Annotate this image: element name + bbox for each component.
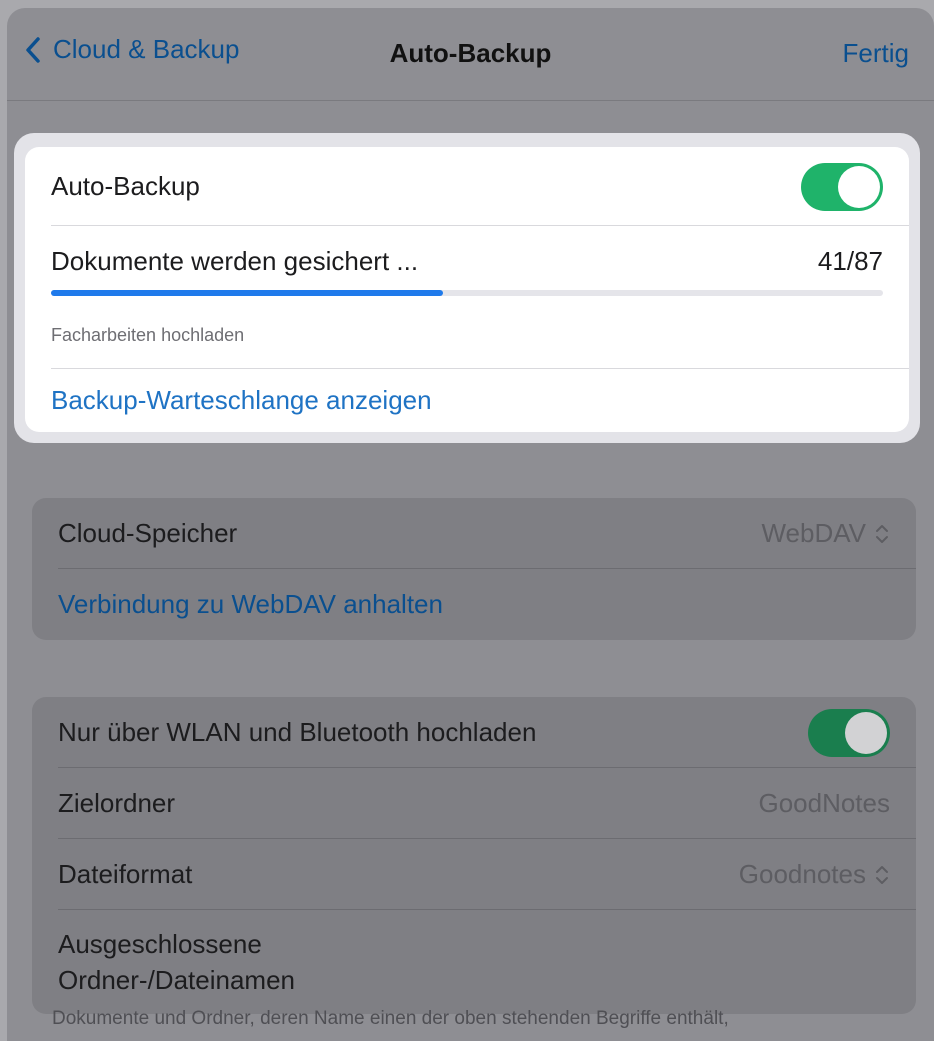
backup-queue-row[interactable]: Backup-Warteschlange anzeigen: [25, 369, 909, 432]
cloud-storage-value-text: WebDAV: [761, 518, 866, 548]
excluded-names-label-line1: Ausgeschlossene: [58, 929, 262, 959]
file-format-label: Dateiformat: [58, 859, 193, 889]
cloud-storage-row[interactable]: Cloud-Speicher WebDAV: [32, 498, 916, 569]
target-folder-value: GoodNotes: [758, 788, 890, 818]
wifi-only-toggle[interactable]: [808, 708, 890, 757]
backup-progress-bar: [51, 290, 883, 296]
file-format-value[interactable]: Goodnotes: [739, 859, 890, 890]
chevron-up-down-icon: [876, 524, 888, 543]
auto-backup-row: Auto-Backup: [25, 147, 909, 226]
disconnect-webdav-link[interactable]: Verbindung zu WebDAV anhalten: [58, 589, 443, 620]
wifi-only-label: Nur über WLAN und Bluetooth hochladen: [58, 717, 537, 747]
cloud-storage-value[interactable]: WebDAV: [761, 518, 890, 549]
wifi-only-row: Nur über WLAN und Bluetooth hochladen: [32, 697, 916, 768]
auto-backup-card: Auto-Backup Dokumente werden gesichert .…: [25, 147, 909, 432]
file-format-value-text: Goodnotes: [738, 859, 866, 889]
backup-status-text: Dokumente werden gesichert ...: [51, 246, 419, 276]
target-folder-row[interactable]: Zielordner GoodNotes: [32, 768, 916, 839]
excluded-names-row[interactable]: Ausgeschlossene Ordner-/Dateinamen: [32, 910, 916, 1014]
auto-backup-label: Auto-Backup: [51, 171, 200, 201]
excluded-names-label-line2: Ordner-/Dateinamen: [58, 965, 295, 995]
backup-progress-count: 41/87: [817, 246, 883, 276]
toggle-knob: [845, 711, 887, 754]
upload-options-card: Nur über WLAN und Bluetooth hochladen Zi…: [32, 697, 916, 1014]
cloud-storage-card: Cloud-Speicher WebDAV Verbindung zu WebD…: [32, 498, 916, 640]
navigation-bar: Cloud & Backup Auto-Backup Fertig: [7, 8, 934, 101]
backup-queue-link[interactable]: Backup-Warteschlange anzeigen: [51, 385, 432, 416]
backup-subcaption: Facharbeiten hochladen: [51, 325, 245, 345]
toggle-knob: [838, 165, 880, 208]
backup-progress-row: Dokumente werden gesichert ... 41/87: [25, 226, 909, 296]
disconnect-webdav-row[interactable]: Verbindung zu WebDAV anhalten: [32, 569, 916, 640]
cloud-storage-label: Cloud-Speicher: [58, 518, 238, 548]
chevron-up-down-icon: [876, 865, 888, 884]
target-folder-label: Zielordner: [58, 788, 176, 818]
auto-backup-toggle[interactable]: [801, 162, 883, 211]
footer-note: Dokumente und Ordner, deren Name einen d…: [52, 1008, 729, 1029]
done-button[interactable]: Fertig: [843, 38, 909, 69]
backup-progress-fill: [51, 290, 443, 296]
file-format-row[interactable]: Dateiformat Goodnotes: [32, 839, 916, 910]
page-title: Auto-Backup: [389, 38, 552, 68]
